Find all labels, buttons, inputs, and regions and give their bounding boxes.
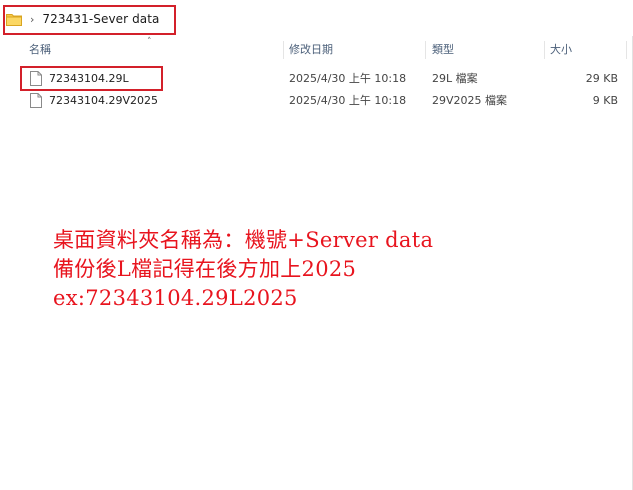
annotation-line-1: 桌面資料夾名稱為：機號+Server data (53, 228, 434, 252)
file-size: 9 KB (592, 94, 618, 107)
file-name[interactable]: 72343104.29V2025 (49, 91, 158, 111)
column-header-type[interactable]: 類型 (432, 38, 542, 62)
file-icon (30, 93, 42, 111)
file-type: 29V2025 檔案 (432, 94, 508, 107)
column-header-date[interactable]: 修改日期 (289, 38, 429, 62)
column-separator[interactable] (425, 41, 426, 59)
file-date: 2025/4/30 上午 10:18 (289, 72, 407, 85)
annotation-line-3: ex:72343104.29L2025 (53, 286, 298, 310)
column-separator[interactable] (544, 41, 545, 59)
column-separator[interactable] (283, 41, 284, 59)
column-separator[interactable] (626, 41, 627, 59)
file-date: 2025/4/30 上午 10:18 (289, 94, 407, 107)
column-header-size[interactable]: 大小 (550, 38, 620, 62)
annotation-text: 桌面資料夾名稱為：機號+Server data 備份後L檔記得在後方加上2025… (53, 226, 433, 313)
annotation-line-2: 備份後L檔記得在後方加上2025 (53, 257, 357, 281)
column-header-name[interactable]: 名稱 (29, 38, 283, 62)
file-explorer-window: › 723431-Sever data ˄ 名稱 修改日期 類型 大小 7234… (0, 0, 633, 490)
highlight-box-breadcrumb (3, 5, 176, 35)
file-type: 29L 檔案 (432, 72, 478, 85)
column-header: ˄ 名稱 修改日期 類型 大小 (0, 38, 633, 62)
highlight-box-file (20, 66, 163, 91)
file-size: 29 KB (585, 72, 618, 85)
address-bar[interactable]: › 723431-Sever data (0, 0, 633, 36)
file-row[interactable]: 72343104.29V2025 2025/4/30 上午 10:18 29V2… (0, 91, 633, 111)
